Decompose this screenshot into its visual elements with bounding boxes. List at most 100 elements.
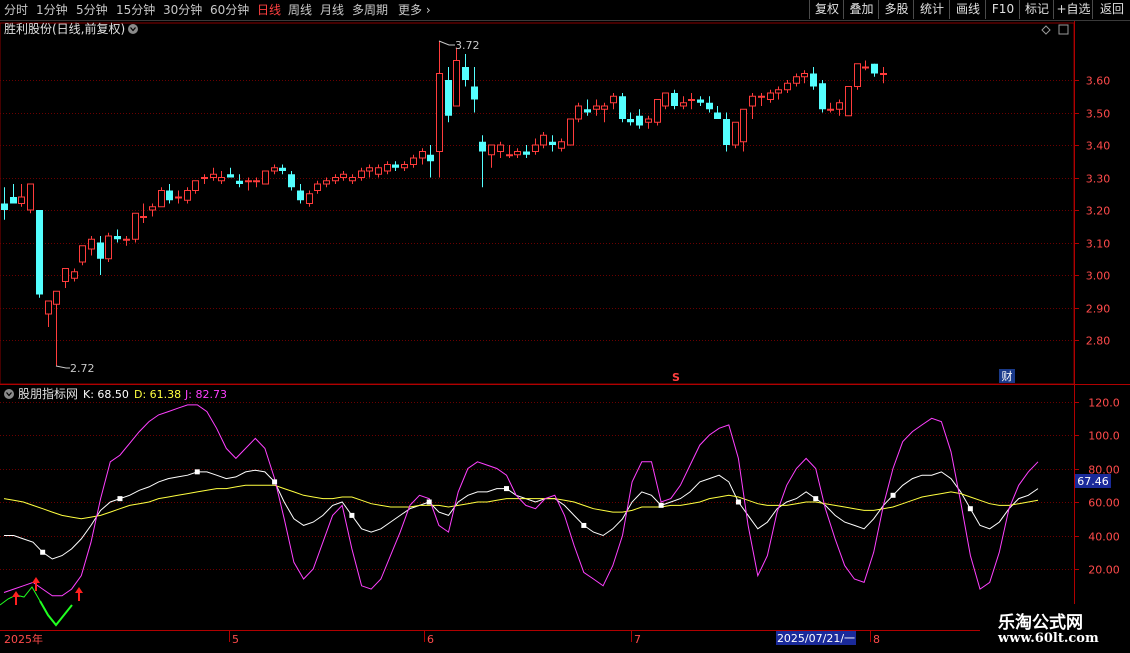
candle-body-up <box>384 164 391 172</box>
candle-body-down <box>871 63 878 74</box>
period-tab-3[interactable]: 15分钟 <box>116 2 155 18</box>
candle <box>158 187 165 208</box>
candle-body-down <box>627 119 634 123</box>
toolbar-button-8[interactable]: 返回 <box>1092 0 1130 19</box>
toolbar-button-1[interactable]: 叠加 <box>843 0 879 19</box>
candle <box>445 67 452 123</box>
candle-body-up <box>514 151 521 156</box>
candle <box>27 183 34 214</box>
k-marker <box>581 522 587 528</box>
indicator-tick-label: 120.0 <box>1088 397 1120 410</box>
candle <box>488 144 495 168</box>
price-tick-label: 2.90 <box>1086 303 1111 316</box>
candle <box>62 268 69 288</box>
candle <box>610 93 617 110</box>
chart-area[interactable]: 3.60 3.50 3.40 3.30 3.20 3.10 3.00 2.90 2.80 120.… <box>0 21 1130 650</box>
candle <box>184 187 191 204</box>
candle <box>210 167 217 181</box>
period-tab-9[interactable]: 多周期 <box>352 2 388 18</box>
candle-body-up <box>436 73 443 152</box>
period-tab-5[interactable]: 60分钟 <box>210 2 249 18</box>
candle-body-down <box>227 174 234 178</box>
chart-svg[interactable]: 3.60 3.50 3.40 3.30 3.20 3.10 3.00 2.90 2.80 120.… <box>0 21 1130 650</box>
green-signal-segment <box>39 600 73 627</box>
candle <box>793 73 800 87</box>
period-tab-8[interactable]: 月线 <box>320 2 344 18</box>
k-marker <box>349 512 355 518</box>
candle <box>427 145 434 178</box>
candle-body-up <box>793 76 800 84</box>
line-j <box>3 404 1039 597</box>
candle-body-up <box>749 95 756 107</box>
candle-body-up <box>610 95 617 104</box>
time-label: 5 <box>232 633 239 646</box>
period-tab-1[interactable]: 1分钟 <box>36 2 68 18</box>
candle-body-up <box>27 183 34 211</box>
period-tab-10[interactable]: 更多 › <box>398 2 431 18</box>
candle-body-up <box>593 105 600 110</box>
candle <box>410 154 417 168</box>
candle <box>540 132 547 149</box>
period-tab-0[interactable]: 分时 <box>4 2 28 18</box>
high-label: 3.72 <box>455 39 480 52</box>
time-label: 2025年 <box>4 632 43 646</box>
line-k <box>4 469 1039 560</box>
candle <box>749 93 756 119</box>
candle <box>140 203 147 223</box>
toolbar-button-0[interactable]: 复权 <box>809 0 844 19</box>
k-marker <box>813 496 819 502</box>
time-label: 7 <box>634 633 641 646</box>
candle <box>166 184 173 204</box>
period-tab-7[interactable]: 周线 <box>288 2 312 18</box>
toolbar-button-5[interactable]: F10 <box>985 0 1020 19</box>
candle-body-down <box>427 154 434 162</box>
grid-layer <box>0 21 1130 650</box>
candle-body-up <box>732 121 739 146</box>
k-marker <box>504 486 510 492</box>
candle <box>636 109 643 129</box>
candle-body-down <box>471 86 478 100</box>
chevron-right-icon: › <box>422 3 431 17</box>
candle <box>218 171 225 184</box>
candle-body-down <box>10 197 17 204</box>
indicator-tick-label: 60.00 <box>1088 497 1120 510</box>
candle <box>332 174 339 184</box>
candle <box>801 70 808 84</box>
candle <box>262 170 269 185</box>
candle-body-down <box>236 180 243 184</box>
candle-body-up <box>854 63 861 87</box>
period-tab-4[interactable]: 30分钟 <box>163 2 202 18</box>
candle <box>340 171 347 181</box>
candle-body-up <box>654 99 661 123</box>
candle-body-up <box>688 99 695 101</box>
toolbar-button-6[interactable]: 标记 <box>1019 0 1054 19</box>
indicator-series <box>0 404 1039 627</box>
toolbar-button-3[interactable]: 统计 <box>913 0 950 19</box>
candle <box>697 96 704 106</box>
candle-body-down <box>706 102 713 110</box>
period-tab-2[interactable]: 5分钟 <box>76 2 108 18</box>
time-label: 8 <box>873 633 880 646</box>
toolbar-button-4[interactable]: 画线 <box>949 0 986 19</box>
k-marker <box>967 506 973 512</box>
toolbar-button-7[interactable]: +自选 <box>1053 0 1093 19</box>
stock-title: 胜利股份(日线,前复权) <box>4 21 125 36</box>
candle-body-down <box>97 242 104 259</box>
candle <box>97 236 104 275</box>
toolbar-button-2[interactable]: 多股 <box>878 0 914 19</box>
candle <box>149 203 156 217</box>
candle <box>662 92 669 110</box>
candle-body-down <box>636 115 643 126</box>
candle <box>227 167 234 178</box>
candle-body-up <box>775 89 782 94</box>
candle-body-down <box>462 67 469 80</box>
period-tab-6[interactable]: 日线 <box>257 2 281 18</box>
chevron-down-icon <box>4 389 14 399</box>
candle-body-down <box>810 73 817 87</box>
candle-body-up <box>880 73 887 75</box>
candle <box>453 47 460 107</box>
candle-body-up <box>532 144 539 152</box>
candle-body-up <box>18 196 25 204</box>
period-toolbar: 分时 1分钟 5分钟 15分钟 30分钟 60分钟 日线 周线 月线 多周期 更多 › 复权 叠加 多股… <box>0 0 1130 21</box>
candle-body-up <box>323 180 330 185</box>
